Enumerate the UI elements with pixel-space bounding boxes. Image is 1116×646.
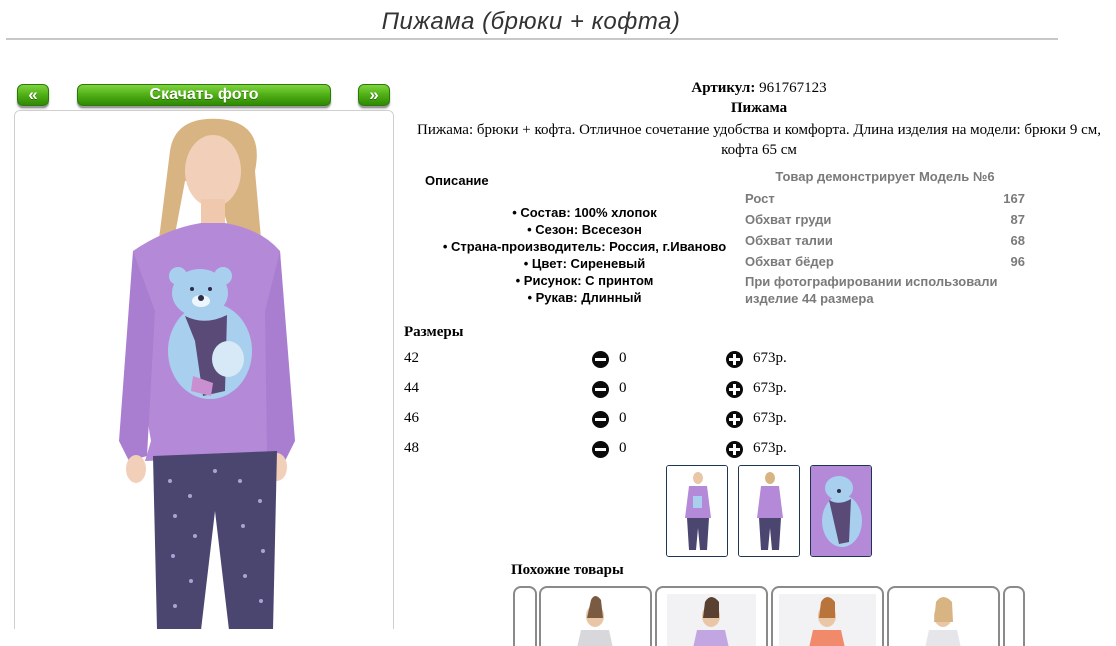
model-note: При фотографировании использовали издели… — [745, 274, 998, 306]
model-measurements: Товар демонстрирует Модель №6 Рост 167 О… — [745, 169, 1025, 307]
model-row-label: Обхват бёдер — [745, 254, 834, 269]
price-value: 673р. — [753, 410, 787, 426]
price-value: 673р. — [753, 440, 787, 456]
similar-scroll-right[interactable] — [1003, 586, 1025, 646]
plus-circle-icon[interactable] — [726, 351, 743, 368]
minus-circle-icon[interactable] — [592, 411, 609, 428]
quantity-value: 0 — [619, 410, 627, 426]
article-line: Артикул: 961767123 — [402, 80, 1116, 97]
similar-item-card[interactable] — [539, 586, 652, 646]
thumbnail-front[interactable] — [666, 465, 728, 557]
size-row: 46 0 673р. — [404, 410, 824, 430]
minus-circle-icon[interactable] — [592, 441, 609, 458]
prev-photo-button[interactable]: « — [17, 84, 49, 106]
page-title: Пижама (брюки + кофта) — [381, 8, 681, 35]
model-photo-illustration — [15, 111, 393, 629]
quantity-value: 0 — [619, 440, 627, 456]
size-row: 48 0 673р. — [404, 440, 824, 460]
thumbnail-print-detail[interactable] — [810, 465, 872, 557]
plus-circle-icon[interactable] — [726, 411, 743, 428]
size-row: 44 0 673р. — [404, 380, 824, 400]
model-row-value: 87 — [1010, 212, 1025, 227]
title-divider — [6, 38, 1058, 40]
model-row-label: Рост — [745, 191, 775, 206]
article-label: Артикул: — [691, 80, 756, 96]
minus-circle-icon[interactable] — [592, 351, 609, 368]
size-label: 42 — [404, 350, 419, 366]
model-row-label: Обхват груди — [745, 212, 832, 227]
main-product-photo[interactable] — [14, 110, 394, 629]
model-row-value: 96 — [1010, 254, 1025, 269]
spec-item: Рукав: Длинный — [412, 289, 757, 306]
model-row: Обхват груди 87 — [745, 209, 1025, 230]
plus-circle-icon[interactable] — [726, 381, 743, 398]
model-row-value: 68 — [1010, 233, 1025, 248]
article-value: 961767123 — [759, 80, 827, 96]
specs-heading: Описание — [425, 173, 489, 188]
spec-item: Страна-производитель: Россия, г.Иваново — [412, 238, 757, 255]
quantity-value: 0 — [619, 350, 627, 366]
similar-scroll-left[interactable] — [513, 586, 537, 646]
quantity-value: 0 — [619, 380, 627, 396]
similar-heading: Похожие товары — [511, 562, 624, 578]
model-row: Обхват талии 68 — [745, 230, 1025, 251]
size-label: 44 — [404, 380, 419, 396]
similar-item-card[interactable] — [887, 586, 1000, 646]
size-label: 48 — [404, 440, 419, 456]
price-value: 673р. — [753, 350, 787, 366]
spec-item: Рисунок: С принтом — [412, 272, 757, 289]
model-row-value: 167 — [1003, 191, 1025, 206]
plus-circle-icon[interactable] — [726, 441, 743, 458]
sizes-heading: Размеры — [404, 324, 464, 340]
model-row: Рост 167 — [745, 188, 1025, 209]
price-value: 673р. — [753, 380, 787, 396]
download-photo-button[interactable]: Скачать фото — [77, 84, 331, 106]
product-description: Пижама: брюки + кофта. Отличное сочетани… — [417, 122, 1101, 158]
spec-item: Сезон: Всесезон — [412, 221, 757, 238]
similar-item-card[interactable] — [655, 586, 768, 646]
specs-list: Состав: 100% хлопок Сезон: Всесезон Стра… — [412, 204, 757, 306]
minus-circle-icon[interactable] — [592, 381, 609, 398]
size-label: 46 — [404, 410, 419, 426]
next-photo-button[interactable]: » — [358, 84, 390, 106]
spec-item: Цвет: Сиреневый — [412, 255, 757, 272]
model-title: Товар демонстрирует Модель №6 — [775, 169, 995, 184]
model-row-label: Обхват талии — [745, 233, 833, 248]
size-row: 42 0 673р. — [404, 350, 824, 370]
model-row: Обхват бёдер 96 — [745, 251, 1025, 272]
spec-item: Состав: 100% хлопок — [412, 204, 757, 221]
thumbnail-back[interactable] — [738, 465, 800, 557]
similar-item-card[interactable] — [771, 586, 884, 646]
product-name: Пижама — [730, 100, 788, 116]
